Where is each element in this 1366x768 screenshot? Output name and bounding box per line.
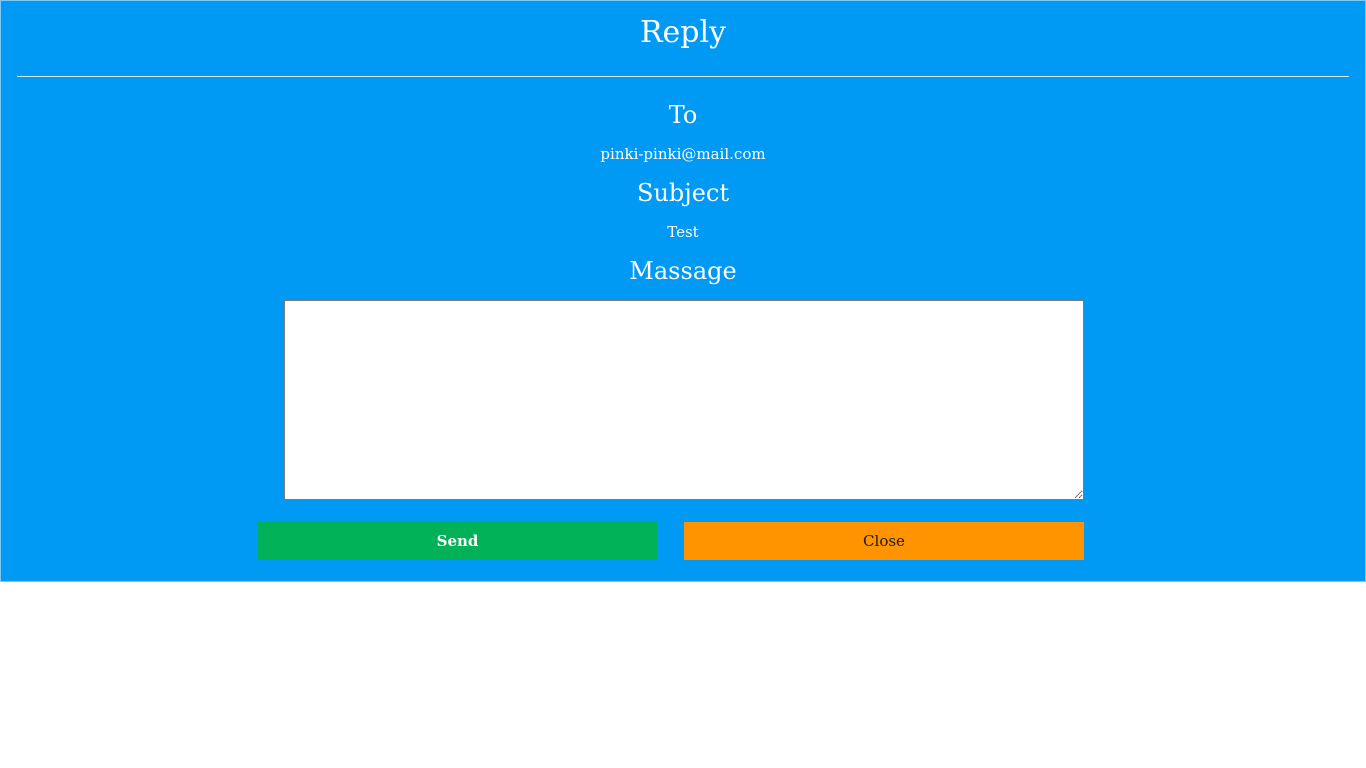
subject-value: Test — [667, 223, 699, 241]
close-button[interactable]: Close — [684, 522, 1084, 560]
to-label: To — [668, 101, 698, 129]
subject-label: Subject — [637, 179, 729, 207]
message-label: Massage — [629, 257, 737, 285]
to-value: pinki-pinki@mail.com — [600, 145, 766, 163]
reply-panel: Reply To pinki-pinki@mail.com Subject Te… — [0, 0, 1366, 582]
message-textarea[interactable] — [284, 300, 1084, 500]
page-title: Reply — [639, 15, 727, 50]
title-divider — [17, 76, 1349, 77]
send-button[interactable]: Send — [258, 522, 657, 560]
